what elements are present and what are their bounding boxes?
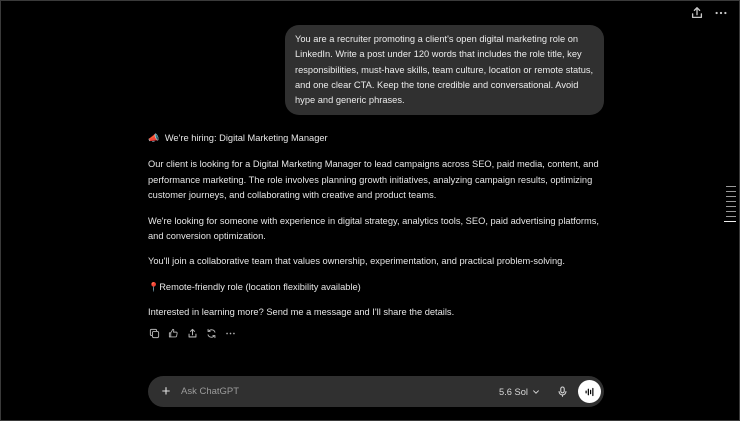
assistant-message: 📣 We're hiring: Digital Marketing Manage… <box>148 131 608 331</box>
user-message-text: You are a recruiter promoting a client's… <box>295 34 594 106</box>
minimap-tick[interactable] <box>726 196 736 197</box>
share-icon[interactable] <box>688 4 706 22</box>
minimap-tick-active[interactable] <box>724 221 736 222</box>
assistant-location-text: Remote-friendly role (location flexibili… <box>159 281 361 292</box>
plus-icon[interactable]: + <box>158 384 174 399</box>
minimap-tick[interactable] <box>726 191 736 192</box>
microphone-icon[interactable] <box>554 384 570 400</box>
pin-icon: 📍 <box>148 281 160 292</box>
top-actions <box>688 4 730 22</box>
assistant-heading-text: We're hiring: Digital Marketing Manager <box>164 133 328 143</box>
message-actions <box>147 326 237 340</box>
share-icon[interactable] <box>185 326 199 340</box>
more-horizontal-icon[interactable] <box>712 4 730 22</box>
assistant-paragraph: Our client is looking for a Digital Mark… <box>148 159 599 201</box>
user-message-bubble: You are a recruiter promoting a client's… <box>285 25 604 116</box>
model-selector[interactable]: 5.6 Sol <box>499 387 540 397</box>
model-label: 5.6 Sol <box>499 386 528 397</box>
minimap-tick[interactable] <box>726 186 736 187</box>
assistant-paragraph: We're looking for someone with experienc… <box>148 215 599 242</box>
conversation-minimap[interactable] <box>724 186 736 222</box>
more-horizontal-icon[interactable] <box>223 326 237 340</box>
assistant-cta: Interested in learning more? Send me a m… <box>148 307 455 318</box>
copy-icon[interactable] <box>147 326 161 340</box>
composer: + 5.6 Sol <box>148 376 604 407</box>
assistant-location-line: 📍Remote-friendly role (location flexibil… <box>148 280 608 295</box>
minimap-tick[interactable] <box>726 216 736 217</box>
thumbs-icon[interactable] <box>166 326 180 340</box>
regenerate-icon[interactable] <box>204 326 218 340</box>
assistant-paragraph: You'll join a collaborative team that va… <box>148 256 565 267</box>
prompt-input[interactable] <box>179 385 500 398</box>
voice-mode-icon[interactable] <box>578 380 601 403</box>
minimap-tick[interactable] <box>726 206 736 207</box>
chevron-down-icon <box>533 389 539 394</box>
assistant-heading: 📣 We're hiring: Digital Marketing Manage… <box>148 131 608 146</box>
megaphone-icon: 📣 <box>148 133 160 143</box>
minimap-tick[interactable] <box>726 201 736 202</box>
minimap-tick[interactable] <box>726 211 736 212</box>
